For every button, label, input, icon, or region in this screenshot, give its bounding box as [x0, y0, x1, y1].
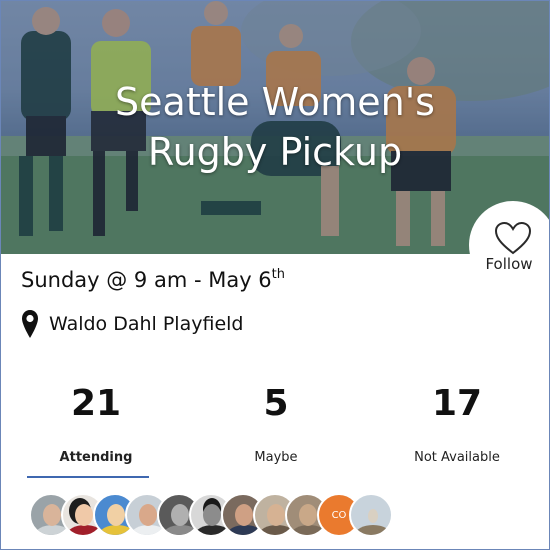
event-title-line-2: Rugby Pickup	[147, 130, 403, 174]
not-available-count: 17	[431, 383, 483, 424]
heart-outline-icon	[494, 221, 532, 255]
not-available-label: Not Available	[414, 450, 500, 465]
tab-not-available[interactable]: 17 Not Available	[382, 381, 532, 465]
event-title-line-1: Seattle Women's	[115, 80, 435, 124]
hero-banner: Seattle Women's Rugby Pickup	[1, 1, 549, 254]
maybe-label: Maybe	[254, 450, 298, 465]
event-location[interactable]: Waldo Dahl Playfield	[21, 307, 243, 341]
event-title: Seattle Women's Rugby Pickup	[1, 77, 549, 177]
event-date-text: Sunday @ 9 am - May 6	[21, 268, 272, 292]
event-date: Sunday @ 9 am - May 6th	[21, 267, 285, 292]
attending-count: 21	[70, 383, 122, 424]
tab-maybe[interactable]: 5 Maybe	[201, 381, 351, 465]
event-card: Seattle Women's Rugby Pickup Follow Sund…	[0, 0, 550, 550]
location-pin-icon	[22, 310, 38, 338]
avatar[interactable]	[349, 493, 393, 537]
tab-attending[interactable]: 21 Attending	[21, 381, 171, 465]
active-tab-indicator	[27, 476, 149, 478]
follow-button[interactable]: Follow	[469, 201, 549, 289]
attendee-avatars: CO	[29, 493, 393, 539]
event-date-suffix: th	[271, 267, 286, 282]
attending-label: Attending	[59, 450, 133, 465]
maybe-count: 5	[263, 383, 289, 424]
follow-label: Follow	[485, 255, 533, 273]
location-name: Waldo Dahl Playfield	[49, 313, 244, 335]
